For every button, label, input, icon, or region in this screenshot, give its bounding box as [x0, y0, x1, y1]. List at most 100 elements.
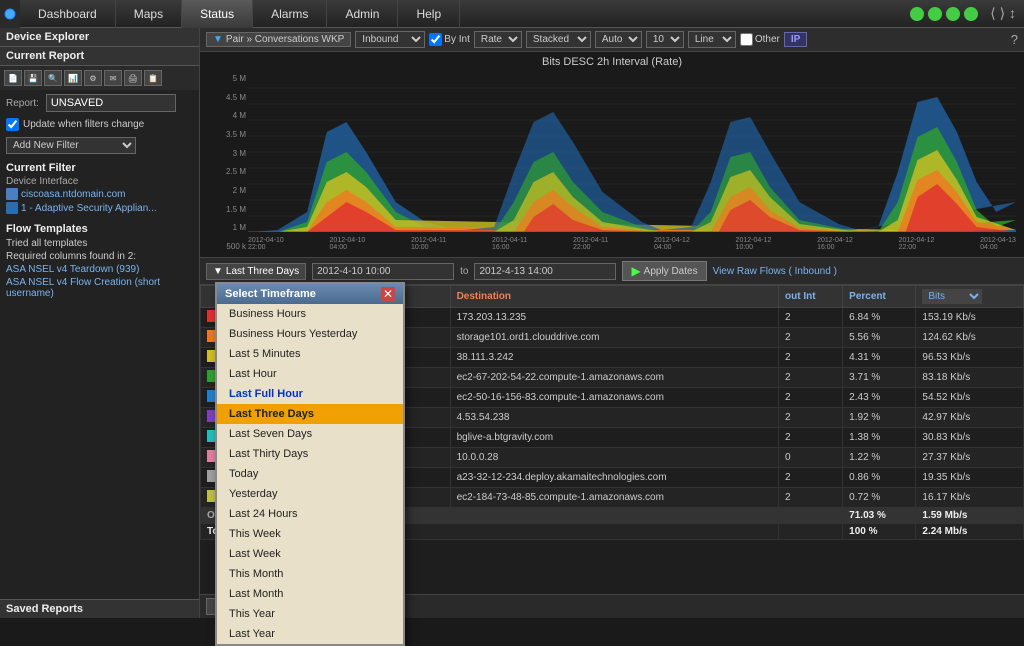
timeframe-dropdown-btn[interactable]: ▼ Last Three Days — [206, 263, 306, 280]
y-label-9: 500 k — [210, 242, 246, 251]
current-report-title[interactable]: Current Report — [0, 47, 199, 66]
device-explorer-title[interactable]: Device Explorer — [0, 28, 199, 47]
x-label-0: 2012-04-1022:00 — [248, 237, 284, 251]
dropdown-item-12[interactable]: Last Week — [217, 544, 403, 564]
toolbar-icon-5[interactable]: ⚙ — [84, 70, 102, 86]
nav-arrows: ⟨ ⟩ ↕ — [990, 5, 1016, 22]
tab-dashboard[interactable]: Dashboard — [20, 0, 116, 28]
dropdown-item-5[interactable]: Last Three Days — [217, 404, 403, 424]
line-select[interactable]: LineBarArea — [688, 31, 736, 48]
date-to-label: to — [460, 266, 468, 277]
other-bits: 1.59 Mb/s — [916, 508, 1024, 524]
rate-select[interactable]: RateTotal — [474, 31, 522, 48]
dropdown-item-14[interactable]: Last Month — [217, 584, 403, 604]
dropdown-item-9[interactable]: Yesterday — [217, 484, 403, 504]
col-bits[interactable]: BitsBytesPackets — [916, 286, 1024, 308]
row-bits-5: 42.97 Kb/s — [916, 408, 1024, 428]
row-dest-6[interactable]: bglive-a.btgravity.com — [450, 428, 778, 448]
dropdown-item-2[interactable]: Last 5 Minutes — [217, 344, 403, 364]
dropdown-item-0[interactable]: Business Hours — [217, 304, 403, 324]
row-out-int-7: 0 — [779, 448, 843, 468]
date-controls: ▼ Last Three Days to ▶ Apply Dates View … — [200, 258, 1024, 285]
toolbar-icon-4[interactable]: 📊 — [64, 70, 82, 86]
tab-maps[interactable]: Maps — [116, 0, 182, 28]
row-out-int-6: 2 — [779, 428, 843, 448]
pair-conversations-badge[interactable]: ▼ Pair » Conversations WKP — [206, 32, 351, 47]
x-label-3: 2012-04-1116:00 — [492, 237, 527, 251]
device-interface-label: Device Interface — [6, 176, 193, 187]
row-bits-9: 16.17 Kb/s — [916, 488, 1024, 508]
toolbar-icon-7[interactable]: 🖨 — [124, 70, 142, 86]
tab-alarms[interactable]: Alarms — [253, 0, 327, 28]
row-dest-9[interactable]: ec2-184-73-48-85.compute-1.amazonaws.com — [450, 488, 778, 508]
row-dest-5[interactable]: 4.53.54.238 — [450, 408, 778, 428]
dropdown-item-11[interactable]: This Week — [217, 524, 403, 544]
row-percent-6: 1.38 % — [843, 428, 916, 448]
row-percent-8: 0.86 % — [843, 468, 916, 488]
dropdown-item-15[interactable]: This Year — [217, 604, 403, 624]
toolbar-icon-3[interactable]: 🔍 — [44, 70, 62, 86]
tab-help[interactable]: Help — [398, 0, 460, 28]
col-percent[interactable]: Percent — [843, 286, 916, 308]
row-dest-4[interactable]: ec2-50-16-156-83.compute-1.amazonaws.com — [450, 388, 778, 408]
update-filter-checkbox[interactable]: Update when filters change — [0, 116, 199, 133]
other-checkbox[interactable] — [740, 33, 753, 46]
row-dest-0[interactable]: 173.203.13.235 — [450, 308, 778, 328]
row-dest-8[interactable]: a23-32-12-234.deploy.akamaitechnologies.… — [450, 468, 778, 488]
direction-select[interactable]: InboundOutboundBoth — [355, 31, 425, 48]
col-out-int[interactable]: out Int — [779, 286, 843, 308]
ip-badge[interactable]: IP — [784, 32, 807, 47]
row-bits-7: 27.37 Kb/s — [916, 448, 1024, 468]
by-int-checkbox[interactable] — [429, 33, 442, 46]
row-dest-2[interactable]: 38.111.3.242 — [450, 348, 778, 368]
filter-bar: ▼ Pair » Conversations WKP InboundOutbou… — [200, 28, 1024, 52]
dropdown-item-1[interactable]: Business Hours Yesterday — [217, 324, 403, 344]
row-dest-1[interactable]: storage101.ord1.clouddrive.com — [450, 328, 778, 348]
dropdown-item-4[interactable]: Last Full Hour — [217, 384, 403, 404]
dropdown-item-7[interactable]: Last Thirty Days — [217, 444, 403, 464]
flow-item-2[interactable]: ASA NSEL v4 Teardown (939) — [6, 263, 193, 276]
ten-select[interactable]: 10 — [646, 31, 684, 48]
bits-unit-select[interactable]: BitsBytesPackets — [922, 289, 982, 304]
chart-area: Bits DESC 2h Interval (Rate) 5 M 4.5 M 4… — [200, 52, 1024, 258]
add-filter-select[interactable]: Add New Filter — [6, 137, 136, 154]
flow-item-3[interactable]: ASA NSEL v4 Flow Creation (short usernam… — [6, 276, 193, 300]
dropdown-item-8[interactable]: Today — [217, 464, 403, 484]
row-dest-3[interactable]: ec2-67-202-54-22.compute-1.amazonaws.com — [450, 368, 778, 388]
col-destination[interactable]: Destination — [450, 286, 778, 308]
y-label-7: 1.5 M — [210, 205, 246, 214]
dropdown-item-3[interactable]: Last Hour — [217, 364, 403, 384]
dropdown-item-10[interactable]: Last 24 Hours — [217, 504, 403, 524]
x-label-9: 2012-04-1304:00 — [980, 237, 1016, 251]
to-date-input[interactable] — [474, 263, 616, 280]
toolbar-icon-1[interactable]: 📄 — [4, 70, 22, 86]
timeframe-dropdown-panel: Select Timeframe ✕ Business HoursBusines… — [215, 282, 405, 646]
view-raw-flows-link[interactable]: View Raw Flows ( Inbound ) — [713, 266, 837, 277]
row-bits-3: 83.18 Kb/s — [916, 368, 1024, 388]
row-percent-2: 4.31 % — [843, 348, 916, 368]
row-bits-2: 96.53 Kb/s — [916, 348, 1024, 368]
from-date-input[interactable] — [312, 263, 454, 280]
row-out-int-1: 2 — [779, 328, 843, 348]
apply-dates-button[interactable]: ▶ Apply Dates — [622, 261, 706, 281]
dropdown-item-16[interactable]: Last Year — [217, 624, 403, 644]
stacked-select[interactable]: StackedGrouped — [526, 31, 591, 48]
dropdown-close-button[interactable]: ✕ — [381, 287, 395, 301]
tab-status[interactable]: Status — [182, 0, 253, 28]
tab-admin[interactable]: Admin — [327, 0, 398, 28]
x-label-5: 2012-04-1204:00 — [654, 237, 690, 251]
row-dest-7[interactable]: 10.0.0.28 — [450, 448, 778, 468]
toolbar-icon-2[interactable]: 💾 — [24, 70, 42, 86]
saved-reports-title[interactable]: Saved Reports — [0, 599, 199, 618]
report-name-input[interactable] — [46, 94, 176, 112]
help-button[interactable]: ? — [1011, 32, 1018, 47]
row-bits-1: 124.62 Kb/s — [916, 328, 1024, 348]
dropdown-item-6[interactable]: Last Seven Days — [217, 424, 403, 444]
row-out-int-5: 2 — [779, 408, 843, 428]
by-int-label: By Int — [429, 33, 470, 46]
x-label-8: 2012-04-1222:00 — [899, 237, 935, 251]
auto-select[interactable]: Auto — [595, 31, 642, 48]
toolbar-icon-6[interactable]: ✉ — [104, 70, 122, 86]
dropdown-item-13[interactable]: This Month — [217, 564, 403, 584]
toolbar-icon-8[interactable]: 📋 — [144, 70, 162, 86]
